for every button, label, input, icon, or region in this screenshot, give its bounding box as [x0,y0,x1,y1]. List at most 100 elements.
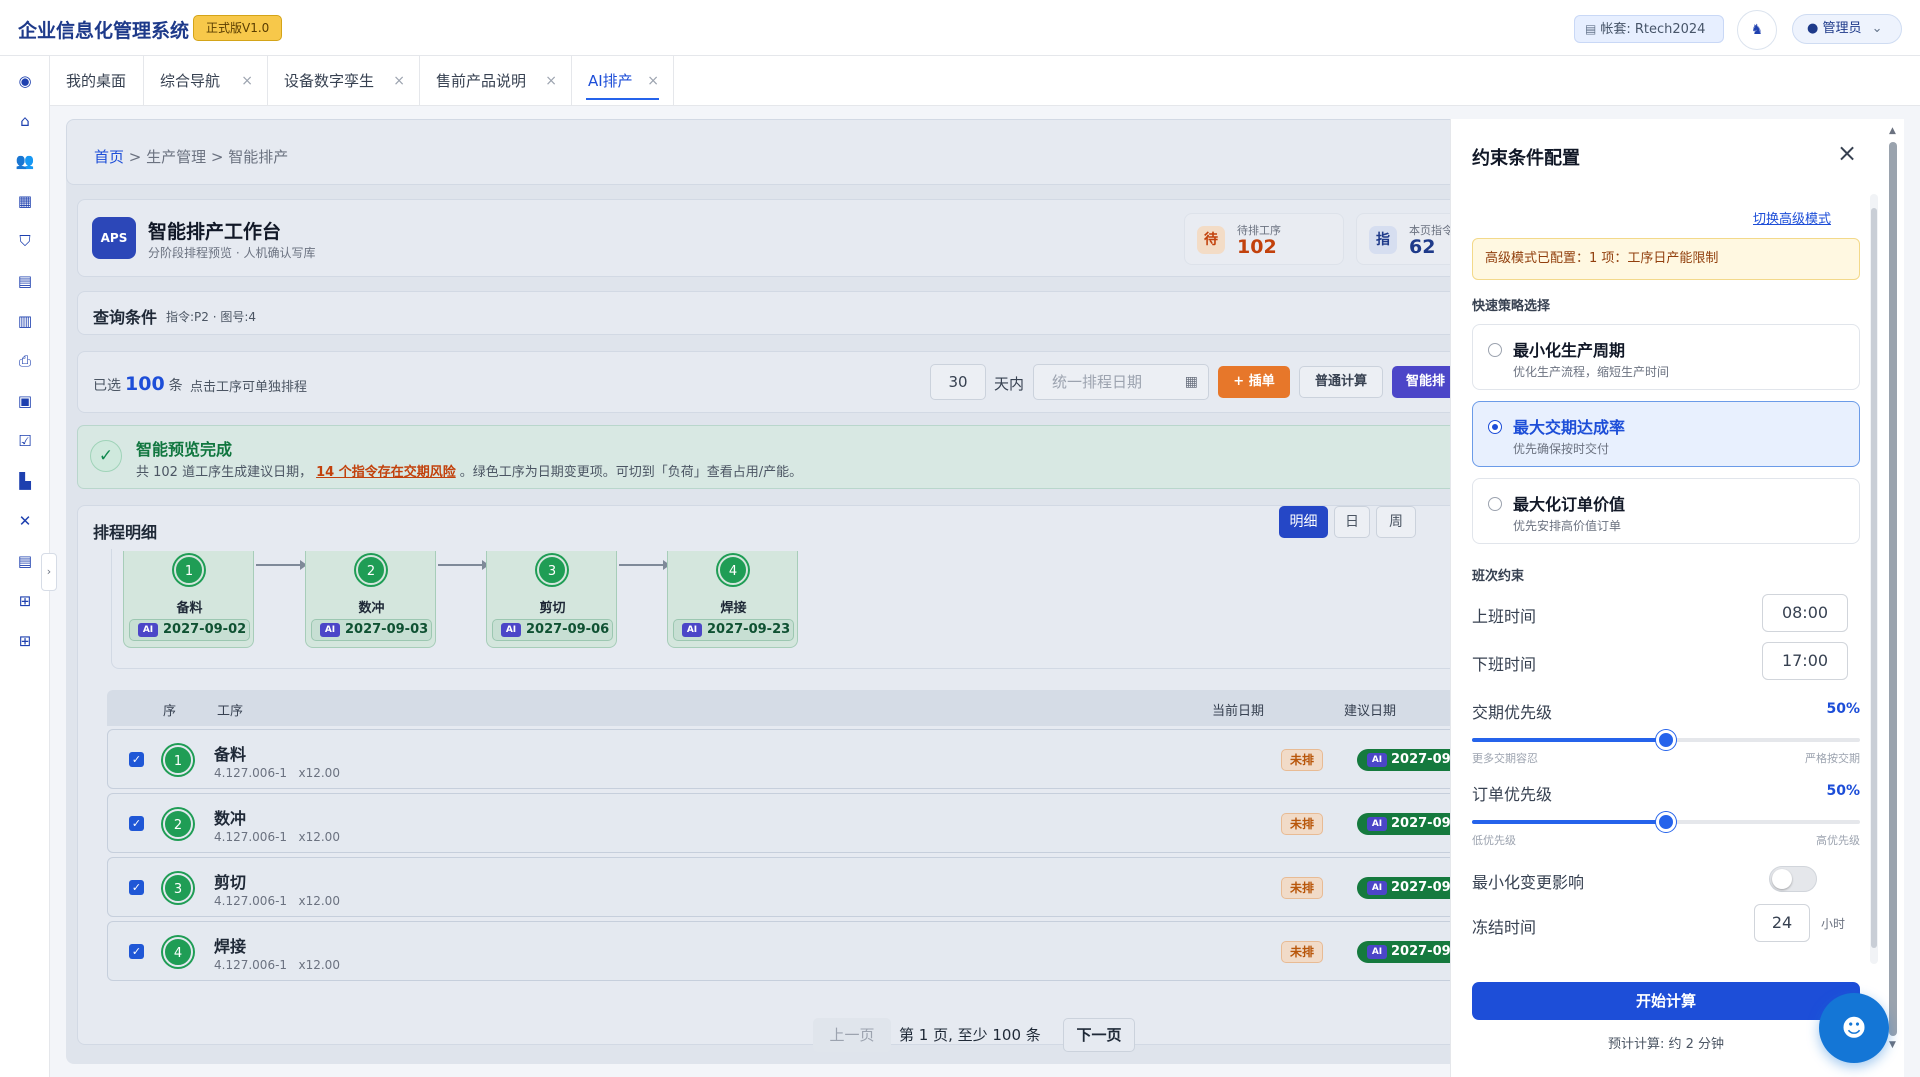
shield-icon[interactable]: ⛉ [14,230,36,252]
flow-node[interactable]: 1 备料 AI 2027-09-02 [123,551,254,648]
ai-assistant-button[interactable]: ☻ [1819,993,1889,1063]
apps-alt-icon[interactable]: ⊞ [14,630,36,652]
radio-button[interactable] [1488,420,1502,434]
step-number: 2 [163,809,193,839]
quantity: x12.00 [298,830,340,844]
suggested-date-chip: AI 2027-09-06 [492,619,613,641]
home-icon[interactable]: ⌂ [14,110,36,132]
days-input[interactable]: 30 [930,364,986,400]
scroll-thumb[interactable] [1889,142,1897,1036]
scroll-up-icon[interactable]: ▲ [1889,126,1896,136]
table-row[interactable]: ✓ 3 剪切 4.127.006-1 x12.00 未排 AI 2027-09-0… [107,857,1466,917]
book-icon[interactable]: ▣ [14,390,36,412]
selection-number: 100 [125,373,165,395]
advanced-mode-link[interactable]: 切换高级模式 [1753,208,1831,227]
prev-page-button[interactable]: 上一页 [813,1018,891,1052]
strategy-title: 最小化生产周期 [1513,341,1626,360]
building-icon[interactable]: ▙ [14,470,36,492]
strategy-max-value[interactable]: 最大化订单价值 优先安排高价值订单 [1472,478,1860,544]
account-selector[interactable]: ▤ 帐套: Rtech2024 [1574,15,1724,43]
next-page-button[interactable]: 下一页 [1063,1018,1135,1052]
grid-list-icon[interactable]: ▤ [14,550,36,572]
flow-node[interactable]: 3 剪切 AI 2027-09-06 [486,551,617,648]
flow-node[interactable]: 4 焊接 AI 2027-09-23 [667,551,798,648]
selection-prefix: 已选 [93,378,121,394]
step-number: 1 [174,555,204,585]
due-priority-max-label: 严格按交期 [1805,752,1860,765]
flow-arrow [256,560,307,570]
slider-thumb[interactable] [1656,730,1676,750]
sidebar-collapse-toggle[interactable]: › [41,553,57,591]
row-checkbox[interactable]: ✓ [129,880,144,895]
user-menu[interactable]: ● 管理员 ⌄ [1792,14,1902,44]
step-name: 焊接 [720,601,747,616]
table-icon[interactable]: ▦ [14,190,36,212]
checklist-icon[interactable]: ☑ [14,430,36,452]
selection-tip: 点击工序可单独排程 [190,380,308,395]
tab-navigation[interactable]: 综合导航 × [144,56,268,106]
header-current-date: 当前日期 [1212,704,1265,719]
strategy-min-cycle[interactable]: 最小化生产周期 优化生产流程，缩短生产时间 [1472,324,1860,390]
estimate-text: 预计计算: 约 2 分钟 [1607,1037,1725,1052]
close-icon[interactable]: × [1834,141,1860,167]
order-priority-slider[interactable] [1472,812,1860,832]
ai-badge: AI [1367,945,1387,959]
table-header: 序 工序 当前日期 建议日期 [107,690,1466,726]
freeze-time-input[interactable]: 24 [1754,904,1810,942]
breadcrumb-home[interactable]: 首页 [94,148,124,166]
suggested-date-chip: AI 2027-09-02 [129,619,250,641]
apps-icon[interactable]: ⊞ [14,590,36,612]
ai-badge: AI [1367,817,1387,831]
view-week-button[interactable]: 周 [1376,506,1416,538]
process-meta: 4.127.006-1 x12.00 [214,894,340,908]
close-icon[interactable]: × [545,56,557,106]
inbox-icon[interactable]: ⎙ [14,350,36,372]
document-icon[interactable]: ▤ [14,270,36,292]
row-checkbox[interactable]: ✓ [129,944,144,959]
suggested-date: 2027-09-23 [707,622,791,637]
profile-icon[interactable]: ◉ [14,70,36,92]
unified-date-input[interactable]: 统一排程日期 ▦ [1033,364,1209,400]
close-icon[interactable]: × [393,56,405,106]
due-priority-slider[interactable] [1472,730,1860,750]
process-name: 焊接 [214,937,247,956]
close-icon[interactable]: × [647,56,659,106]
view-detail-button[interactable]: 明细 [1279,506,1328,538]
table-row[interactable]: ✓ 1 备料 4.127.006-1 x12.00 未排 AI 2027-09-0… [107,729,1466,789]
start-time-input[interactable]: 08:00 [1762,594,1848,632]
radio-button[interactable] [1488,343,1502,357]
flow-node[interactable]: 2 数冲 AI 2027-09-03 [305,551,436,648]
tab-presales[interactable]: 售前产品说明 × [420,56,572,106]
table-row[interactable]: ✓ 2 数冲 4.127.006-1 x12.00 未排 AI 2027-09-0… [107,793,1466,853]
page-scrollbar[interactable]: ▲ ▼ [1886,126,1900,1056]
order-priority-value: 50% [1826,783,1860,799]
scroll-down-icon[interactable]: ▼ [1889,1040,1896,1050]
close-icon[interactable]: × [241,56,253,106]
tab-digital-twin[interactable]: 设备数字孪生 × [268,56,420,106]
tab-ai-scheduling[interactable]: AI排产 × [572,56,674,106]
slider-thumb[interactable] [1656,812,1676,832]
strategy-section-label: 快速策略选择 [1472,299,1551,314]
clipboard-icon[interactable]: ▥ [14,310,36,332]
radio-button[interactable] [1488,497,1502,511]
view-day-button[interactable]: 日 [1334,506,1370,538]
strategy-desc: 优化生产流程，缩短生产时间 [1513,365,1670,379]
stat-pending-processes: 待 待排工序 102 [1184,213,1344,265]
min-change-toggle[interactable] [1769,866,1817,892]
theme-button[interactable]: ♞ [1737,10,1777,50]
row-checkbox[interactable]: ✓ [129,752,144,767]
strategy-max-delivery[interactable]: 最大交期达成率 优先确保按时交付 [1472,401,1860,467]
start-calc-button[interactable]: 开始计算 [1472,982,1860,1020]
due-risk-link[interactable]: 14 个指令存在交期风险 [316,465,456,480]
end-time-input[interactable]: 17:00 [1762,642,1848,680]
users-icon[interactable]: 👥 [14,150,36,172]
drawer-scrollbar[interactable] [1870,194,1878,964]
tools-icon[interactable]: ✕ [14,510,36,532]
query-panel [77,291,1466,335]
row-checkbox[interactable]: ✓ [129,816,144,831]
tab-desktop[interactable]: 我的桌面 [50,56,144,106]
current-date-badge: 未排 [1281,813,1323,835]
table-row[interactable]: ✓ 4 焊接 4.127.006-1 x12.00 未排 AI 2027-09-2… [107,921,1466,981]
insert-order-button[interactable]: + 插单 [1218,366,1290,398]
normal-calc-button[interactable]: 普通计算 [1299,366,1383,398]
